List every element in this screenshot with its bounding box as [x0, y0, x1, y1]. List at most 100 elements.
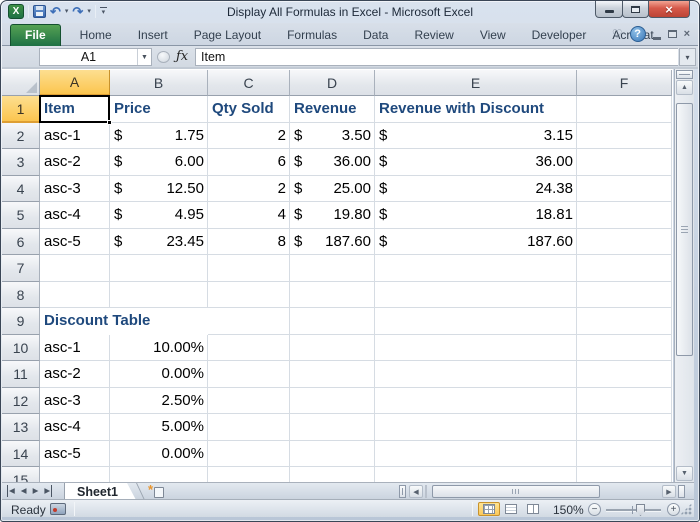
zoom-slider-track[interactable] [606, 509, 661, 511]
row-header-10[interactable]: 10 [2, 335, 40, 361]
row-header-14[interactable]: 14 [2, 441, 40, 467]
cell-b10[interactable]: 10.00% [110, 335, 208, 362]
cell-a12[interactable]: asc-3 [40, 388, 110, 415]
zoom-level-label[interactable]: 150% [553, 503, 584, 517]
active-cell-selection[interactable] [39, 95, 110, 123]
cell-a2[interactable]: asc-1 [40, 123, 110, 150]
cell-c3[interactable]: 6 [208, 149, 290, 176]
vertical-split-handle[interactable] [676, 70, 693, 79]
scroll-right-button[interactable]: ▶ [662, 485, 676, 498]
scroll-down-button[interactable]: ▼ [676, 466, 693, 481]
vertical-scrollbar[interactable]: ▲ ▼ [674, 69, 694, 482]
tab-home[interactable]: Home [67, 25, 125, 46]
tab-insert[interactable]: Insert [125, 25, 181, 46]
select-all-corner[interactable] [2, 70, 40, 96]
cell-d2[interactable]: $3.50 [290, 123, 375, 150]
cell-b5[interactable]: $4.95 [110, 202, 208, 229]
tab-developer[interactable]: Developer [519, 25, 600, 46]
row-header-8[interactable]: 8 [2, 282, 40, 308]
name-box-dropdown-icon[interactable]: ▼ [137, 49, 151, 65]
heart-icon[interactable]: ♡ [612, 28, 623, 40]
tab-review[interactable]: Review [401, 25, 466, 46]
cell-a4[interactable]: asc-3 [40, 176, 110, 203]
column-header-d[interactable]: D [290, 70, 375, 96]
name-box[interactable]: A1 ▼ [39, 48, 152, 66]
row-header-2[interactable]: 2 [2, 123, 40, 149]
cell-e4[interactable]: $24.38 [375, 176, 577, 203]
column-header-c[interactable]: C [208, 70, 290, 96]
row-header-3[interactable]: 3 [2, 149, 40, 176]
cell-b12[interactable]: 2.50% [110, 388, 208, 415]
cell-a5[interactable]: asc-4 [40, 202, 110, 229]
last-sheet-icon[interactable]: ▶ [44, 485, 52, 497]
insert-worksheet-icon[interactable]: * [148, 485, 164, 498]
zoom-slider-thumb[interactable] [636, 504, 645, 516]
cell-a14[interactable]: asc-5 [40, 441, 110, 468]
cell-a13[interactable]: asc-4 [40, 414, 110, 441]
scroll-left-button[interactable]: ◀ [409, 485, 423, 498]
column-header-e[interactable]: E [375, 70, 577, 96]
cell-e2[interactable]: $3.15 [375, 123, 577, 150]
help-button[interactable]: ? [630, 26, 646, 42]
resize-grip-icon[interactable] [680, 503, 692, 515]
row-header-9[interactable]: 9 [2, 308, 40, 335]
cell-b2[interactable]: $1.75 [110, 123, 208, 150]
row-header-5[interactable]: 5 [2, 202, 40, 229]
cell-e6[interactable]: $187.60 [375, 229, 577, 256]
tab-formulas[interactable]: Formulas [274, 25, 350, 46]
scroll-up-button[interactable]: ▲ [676, 80, 693, 95]
formula-bar-expand-icon[interactable]: ▾ [679, 48, 696, 66]
cell-c4[interactable]: 2 [208, 176, 290, 203]
row-header-1[interactable]: 1 [2, 96, 40, 123]
workbook-restore-icon[interactable] [668, 30, 677, 38]
cell-a11[interactable]: asc-2 [40, 361, 110, 388]
cell-a6[interactable]: asc-5 [40, 229, 110, 256]
cell-d4[interactable]: $25.00 [290, 176, 375, 203]
fill-handle[interactable] [107, 120, 112, 125]
workbook-close-icon[interactable]: × [684, 27, 690, 41]
minimize-button[interactable] [595, 1, 623, 18]
cell-d1[interactable]: Revenue [290, 96, 375, 123]
row-header-15[interactable]: 15 [2, 467, 40, 482]
tab-page-layout[interactable]: Page Layout [181, 25, 274, 46]
page-layout-view-button[interactable] [500, 502, 522, 516]
restore-button[interactable] [622, 1, 649, 18]
cell-d5[interactable]: $19.80 [290, 202, 375, 229]
cell-b14[interactable]: 0.00% [110, 441, 208, 468]
cell-c5[interactable]: 4 [208, 202, 290, 229]
previous-sheet-icon[interactable]: ◀ [21, 485, 27, 497]
cell-b4[interactable]: $12.50 [110, 176, 208, 203]
next-sheet-icon[interactable]: ▶ [33, 485, 39, 497]
row-header-11[interactable]: 11 [2, 361, 40, 388]
cell-d6[interactable]: $187.60 [290, 229, 375, 256]
row-header-7[interactable]: 7 [2, 255, 40, 282]
sheet-tab-sheet1[interactable]: Sheet1 [64, 483, 136, 500]
cell-e5[interactable]: $18.81 [375, 202, 577, 229]
cell-b1[interactable]: Price [110, 96, 208, 123]
horizontal-split-handle[interactable] [678, 485, 685, 498]
cell-a3[interactable]: asc-2 [40, 149, 110, 176]
tab-data[interactable]: Data [350, 25, 401, 46]
page-break-view-button[interactable] [522, 502, 544, 516]
row-header-6[interactable]: 6 [2, 229, 40, 255]
column-header-b[interactable]: B [110, 70, 208, 96]
zoom-in-button[interactable]: + [667, 503, 680, 516]
formula-input[interactable]: Item [195, 48, 678, 66]
close-button[interactable]: × [648, 1, 690, 18]
column-header-f[interactable]: F [577, 70, 672, 96]
cell-e1[interactable]: Revenue with Discount [375, 96, 577, 123]
row-header-13[interactable]: 13 [2, 414, 40, 441]
cell-b13[interactable]: 5.00% [110, 414, 208, 441]
first-sheet-icon[interactable]: ◀ [7, 485, 15, 497]
cell-c1[interactable]: Qty Sold [208, 96, 290, 123]
vertical-scroll-thumb[interactable] [676, 103, 693, 356]
cell-c2[interactable]: 2 [208, 123, 290, 150]
row-header-4[interactable]: 4 [2, 176, 40, 202]
tab-view[interactable]: View [467, 25, 519, 46]
tab-split-handle[interactable] [399, 485, 406, 498]
cell-a9[interactable]: Discount Table [40, 308, 208, 335]
cell-b11[interactable]: 0.00% [110, 361, 208, 388]
formula-bar-splitter-icon[interactable] [157, 51, 170, 63]
cell-b3[interactable]: $6.00 [110, 149, 208, 176]
cell-b6[interactable]: $23.45 [110, 229, 208, 256]
